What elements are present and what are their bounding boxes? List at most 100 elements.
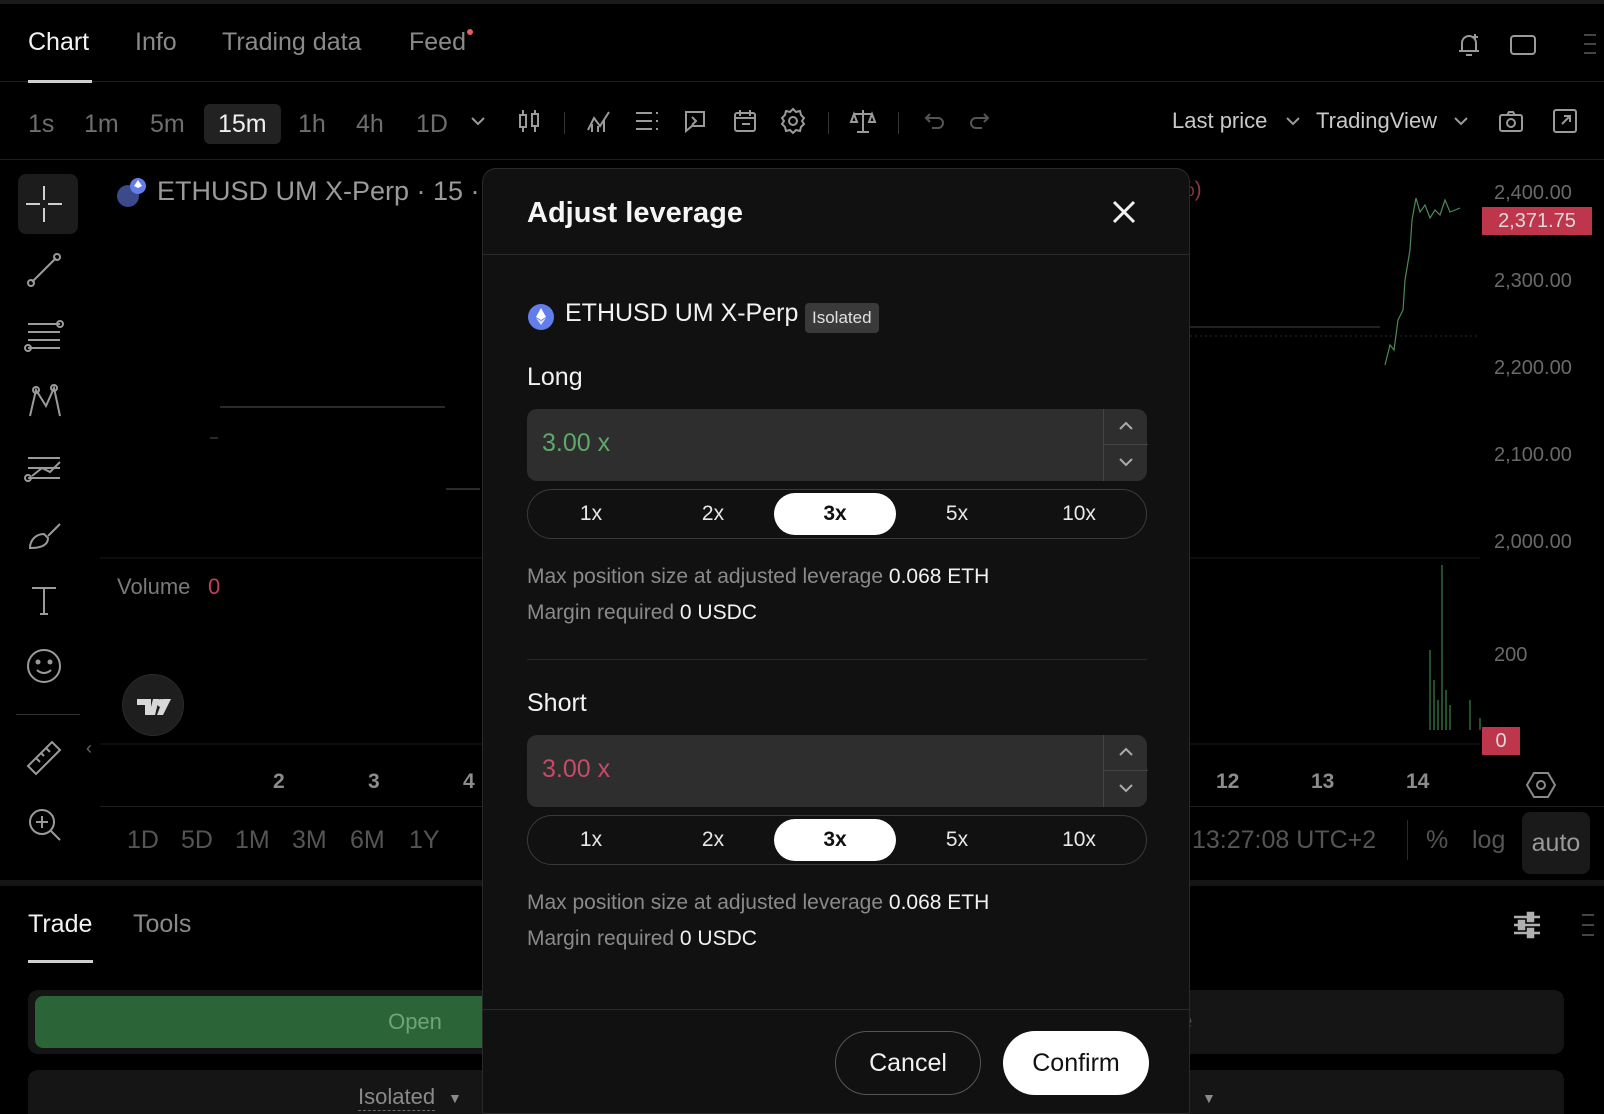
tradingview-logo[interactable] <box>122 674 184 736</box>
tab-trade[interactable]: Trade <box>28 910 92 939</box>
percent-scale-toggle[interactable]: % <box>1426 826 1448 855</box>
settings-gear-icon[interactable] <box>778 106 808 136</box>
cancel-button[interactable]: Cancel <box>835 1031 981 1095</box>
caret-down-icon[interactable]: ▼ <box>1202 1090 1216 1106</box>
range-1d[interactable]: 1D <box>127 826 159 855</box>
short-preset-2x[interactable]: 2x <box>652 819 774 861</box>
volume-axis-label: 200 <box>1494 644 1528 666</box>
x-axis-label: 3 <box>368 770 380 793</box>
margin-required-value: 0 USDC <box>679 927 757 950</box>
collapse-toolbar-icon[interactable]: ‹ <box>86 738 92 759</box>
text-tool-icon[interactable] <box>22 578 66 622</box>
price-source-select[interactable]: Last price <box>1172 108 1267 134</box>
timeframe-1s[interactable]: 1s <box>14 104 68 144</box>
short-preset-3x[interactable]: 3x <box>774 819 896 861</box>
axis-settings-icon[interactable] <box>1524 768 1558 802</box>
short-preset-1x[interactable]: 1x <box>530 819 652 861</box>
indicators-icon[interactable] <box>584 106 614 136</box>
y-axis-label: 2,100.00 <box>1494 444 1572 466</box>
long-preset-3x[interactable]: 3x <box>774 493 896 535</box>
chevron-down-icon[interactable] <box>463 106 493 136</box>
tab-tools[interactable]: Tools <box>133 910 191 939</box>
pattern-icon[interactable] <box>22 380 66 424</box>
short-preset-10x[interactable]: 10x <box>1018 819 1140 861</box>
chart-engine-select[interactable]: TradingView <box>1316 108 1437 134</box>
timeframe-15m[interactable]: 15m <box>204 104 281 144</box>
timeframe-1d[interactable]: 1D <box>402 104 462 144</box>
timeframe-5m[interactable]: 5m <box>136 104 199 144</box>
add-alert-icon[interactable] <box>1454 30 1484 60</box>
long-max-position: Max position size at adjusted leverage 0… <box>527 565 989 589</box>
tab-chart[interactable]: Chart <box>28 28 89 57</box>
emoji-icon[interactable] <box>22 644 66 688</box>
ethereum-icon <box>527 303 555 331</box>
short-preset-5x[interactable]: 5x <box>896 819 1018 861</box>
chart-clock: 13:27:08 UTC+2 <box>1192 826 1377 854</box>
caret-down-icon: ▼ <box>448 1090 462 1106</box>
range-1m[interactable]: 1M <box>235 826 270 855</box>
more-icon[interactable] <box>1576 30 1604 60</box>
x-axis-label: 2 <box>273 770 285 793</box>
range-3m[interactable]: 3M <box>292 826 327 855</box>
fullscreen-icon[interactable] <box>1550 106 1580 136</box>
replay-icon[interactable] <box>730 106 760 136</box>
more-icon[interactable] <box>1578 908 1598 942</box>
short-leverage-presets: 1x 2x 3x 5x 10x <box>527 815 1147 865</box>
dialog-title: Adjust leverage <box>527 197 743 229</box>
increment-button[interactable] <box>1104 735 1148 771</box>
tab-trading-data[interactable]: Trading data <box>222 28 361 57</box>
chevron-down-icon[interactable] <box>1446 106 1476 136</box>
long-preset-2x[interactable]: 2x <box>652 493 774 535</box>
decrement-button[interactable] <box>1104 445 1148 481</box>
volume-value: 0 <box>208 574 221 599</box>
x-axis-label: 14 <box>1406 770 1430 793</box>
fib-lines-icon[interactable] <box>22 314 66 358</box>
chevron-down-icon[interactable] <box>1278 106 1308 136</box>
increment-button[interactable] <box>1104 409 1148 445</box>
timeframe-1h[interactable]: 1h <box>284 104 340 144</box>
crosshair-icon[interactable] <box>22 182 66 226</box>
templates-icon[interactable] <box>632 106 662 136</box>
camera-icon[interactable] <box>1496 106 1526 136</box>
timeframe-4h[interactable]: 4h <box>342 104 398 144</box>
short-leverage-value[interactable]: 3.00 x <box>542 755 610 784</box>
section-divider <box>527 659 1147 660</box>
undo-icon[interactable] <box>918 106 948 136</box>
log-scale-toggle[interactable]: log <box>1472 826 1505 855</box>
long-preset-1x[interactable]: 1x <box>530 493 652 535</box>
alert-icon[interactable] <box>680 106 710 136</box>
long-leverage-input[interactable]: 3.00 x <box>527 409 1148 481</box>
dialog-header: Adjust leverage <box>483 169 1189 255</box>
confirm-button[interactable]: Confirm <box>1003 1031 1149 1095</box>
ruler-icon[interactable] <box>22 736 66 780</box>
redo-icon[interactable] <box>966 106 996 136</box>
auto-scale-toggle[interactable]: auto <box>1522 812 1590 874</box>
window-icon[interactable] <box>1508 30 1538 60</box>
margin-mode-select[interactable]: Isolated <box>358 1084 436 1111</box>
tab-feed[interactable]: Feed <box>409 28 466 57</box>
tab-info[interactable]: Info <box>135 28 177 57</box>
range-6m[interactable]: 6M <box>350 826 385 855</box>
sliders-icon[interactable] <box>1510 908 1544 942</box>
range-5d[interactable]: 5D <box>181 826 213 855</box>
eth-coin-icon <box>116 176 148 208</box>
range-1y[interactable]: 1Y <box>409 826 440 855</box>
long-preset-10x[interactable]: 10x <box>1018 493 1140 535</box>
timeframe-1m[interactable]: 1m <box>70 104 133 144</box>
long-preset-5x[interactable]: 5x <box>896 493 1018 535</box>
long-leverage-value[interactable]: 3.00 x <box>542 429 610 458</box>
short-leverage-stepper <box>1103 735 1148 807</box>
y-axis-label: 2,300.00 <box>1494 270 1572 292</box>
prediction-icon[interactable] <box>22 446 66 490</box>
candles-icon[interactable] <box>514 106 544 136</box>
brush-icon[interactable] <box>22 512 66 556</box>
compare-scale-icon[interactable] <box>848 106 878 136</box>
zoom-in-icon[interactable] <box>22 802 66 846</box>
close-icon[interactable] <box>1109 197 1139 227</box>
toolbar-separator <box>898 112 899 134</box>
decrement-button[interactable] <box>1104 771 1148 807</box>
short-leverage-input[interactable]: 3.00 x <box>527 735 1148 807</box>
trend-line-icon[interactable] <box>22 248 66 292</box>
chart-toolbar: 1s 1m 5m 15m 1h 4h 1D Last price Trading… <box>0 82 1604 160</box>
x-axis-label: 4 <box>463 770 475 793</box>
